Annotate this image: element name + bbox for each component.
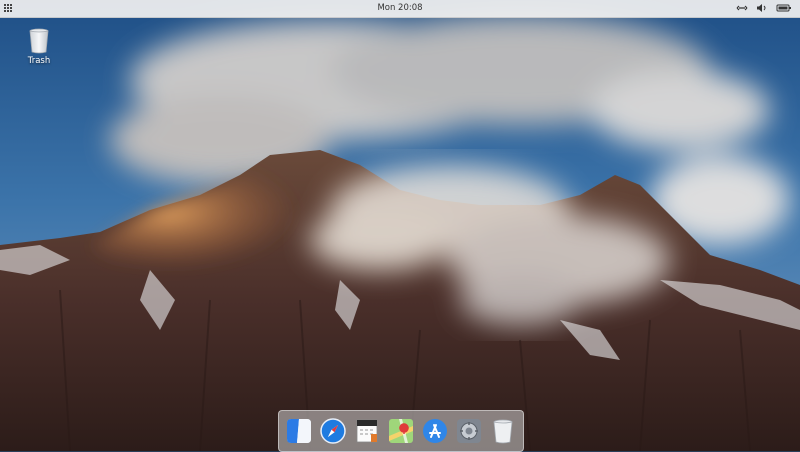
trash-icon [28,28,50,54]
desktop-wallpaper [0,0,800,451]
dock [278,410,524,452]
gear-icon[interactable] [456,418,482,444]
maps-icon[interactable] [388,418,414,444]
calendar-icon[interactable] [354,418,380,444]
volume-icon[interactable] [756,3,768,13]
desktop-icon-label: Trash [27,56,51,66]
finder-icon[interactable] [286,418,312,444]
clock[interactable]: Mon 20:08 [0,3,800,13]
app-store-icon[interactable] [422,418,448,444]
top-panel: Mon 20:08 [0,0,800,18]
system-tray [736,3,792,13]
network-icon[interactable] [736,3,748,13]
battery-icon[interactable] [776,3,792,13]
trash-icon[interactable] [490,418,516,444]
safari-compass-icon[interactable] [320,418,346,444]
desktop-icon-trash[interactable]: Trash [22,28,56,66]
